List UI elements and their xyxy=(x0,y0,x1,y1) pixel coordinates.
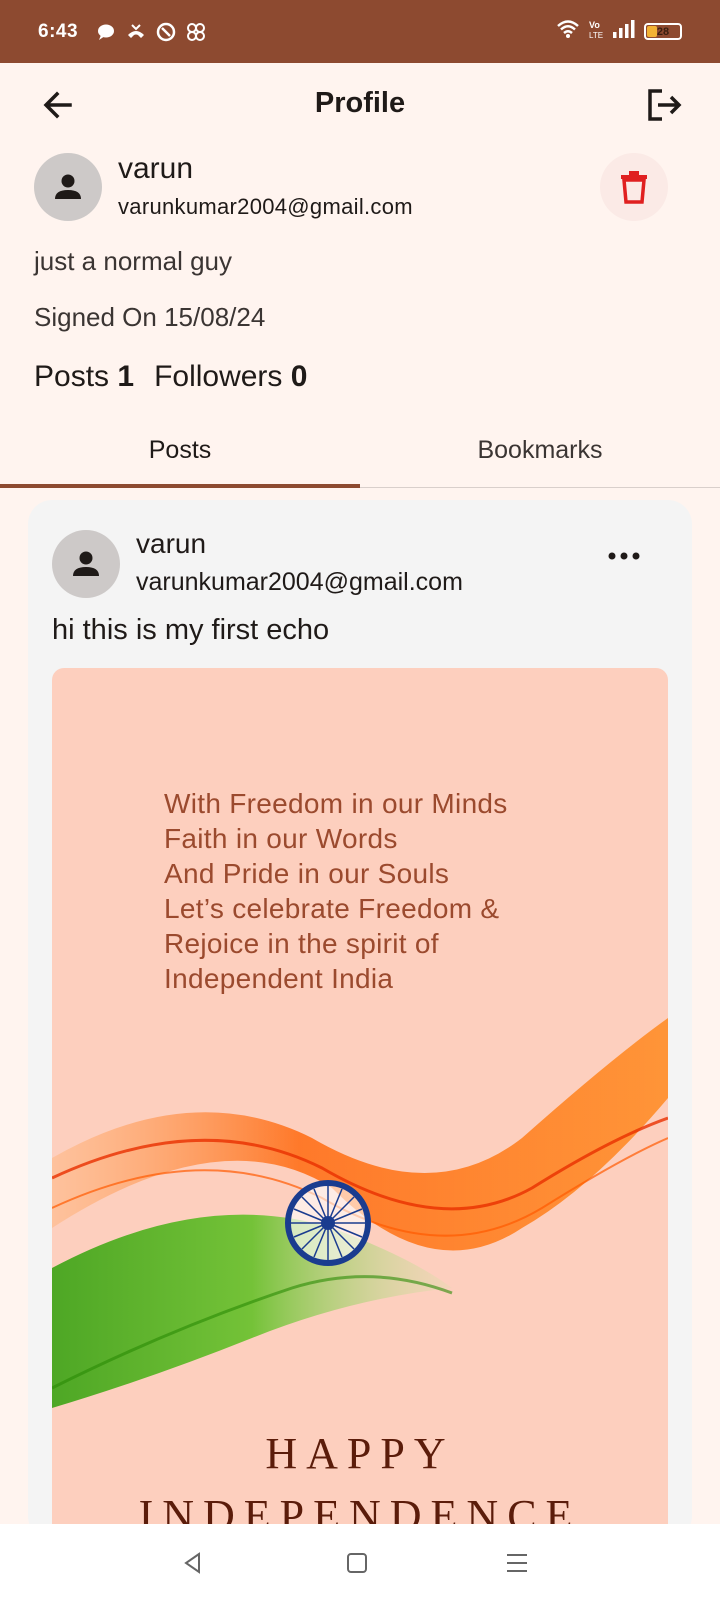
post-card[interactable]: varun varunkumar2004@gmail.com hi this i… xyxy=(28,500,692,1540)
nav-recents-button[interactable] xyxy=(502,1548,532,1578)
person-icon xyxy=(55,174,81,199)
profile-tabs: Posts Bookmarks xyxy=(0,412,720,488)
posts-label: Posts xyxy=(34,360,110,393)
tab-indicator xyxy=(0,484,360,488)
status-bar: 6:43 Vo LTE 28 xyxy=(0,0,720,63)
battery-icon: 28 xyxy=(644,23,682,40)
post-options-button[interactable] xyxy=(604,544,644,568)
profile-email: varunkumar2004@gmail.com xyxy=(118,194,413,219)
svg-text:Vo: Vo xyxy=(589,20,600,30)
app-bar: Profile xyxy=(0,63,720,147)
delete-account-button[interactable] xyxy=(600,153,668,221)
system-nav-bar xyxy=(0,1524,720,1600)
square-home-icon xyxy=(347,1553,367,1573)
nav-back-button[interactable] xyxy=(178,1548,208,1578)
app-notification-icon xyxy=(156,22,176,42)
followers-stat[interactable]: Followers 0 xyxy=(154,360,307,394)
battery-fill xyxy=(647,26,657,37)
post-text: hi this is my first echo xyxy=(52,614,330,646)
svg-text:LTE: LTE xyxy=(589,31,603,39)
chat-icon xyxy=(96,22,116,42)
logout-icon xyxy=(648,89,682,121)
status-time: 6:43 xyxy=(38,20,79,42)
post-image[interactable]: With Freedom in our Minds Faith in our W… xyxy=(52,668,668,1540)
image-heading-happy: HAPPY xyxy=(265,1429,455,1478)
posts-stat[interactable]: Posts 1 xyxy=(34,360,134,394)
post-author-name: varun xyxy=(136,528,207,559)
profile-bio: just a normal guy xyxy=(34,246,232,276)
more-horizontal-icon xyxy=(608,552,640,560)
wifi-icon xyxy=(556,19,580,44)
post-avatar[interactable] xyxy=(52,530,120,598)
tab-posts[interactable]: Posts xyxy=(0,412,360,488)
status-right: Vo LTE 28 xyxy=(556,19,682,44)
missed-call-icon xyxy=(126,22,146,42)
menu-lines-icon xyxy=(507,1554,527,1572)
followers-label: Followers xyxy=(154,360,283,393)
posts-count: 1 xyxy=(117,360,135,393)
avatar[interactable] xyxy=(34,153,102,221)
battery-level: 28 xyxy=(656,25,670,38)
nav-home-button[interactable] xyxy=(342,1548,372,1578)
triangle-back-icon xyxy=(184,1552,200,1574)
notification-icons xyxy=(96,22,206,42)
logout-button[interactable] xyxy=(644,85,684,125)
tab-bookmarks[interactable]: Bookmarks xyxy=(360,412,720,488)
volte-icon: Vo LTE xyxy=(588,19,604,44)
profile-name: varun xyxy=(118,152,194,185)
signed-on-date: Signed On 15/08/24 xyxy=(34,302,266,332)
signal-icon xyxy=(612,20,636,43)
pinwheel-icon xyxy=(186,22,206,42)
followers-count: 0 xyxy=(290,360,308,393)
profile-stats: Posts 1 Followers 0 xyxy=(34,360,307,394)
trash-icon xyxy=(621,171,647,204)
page-title: Profile xyxy=(314,87,406,119)
post-author-email: varunkumar2004@gmail.com xyxy=(136,568,463,596)
person-icon xyxy=(73,551,99,576)
flag-waves-illustration xyxy=(52,1018,668,1408)
